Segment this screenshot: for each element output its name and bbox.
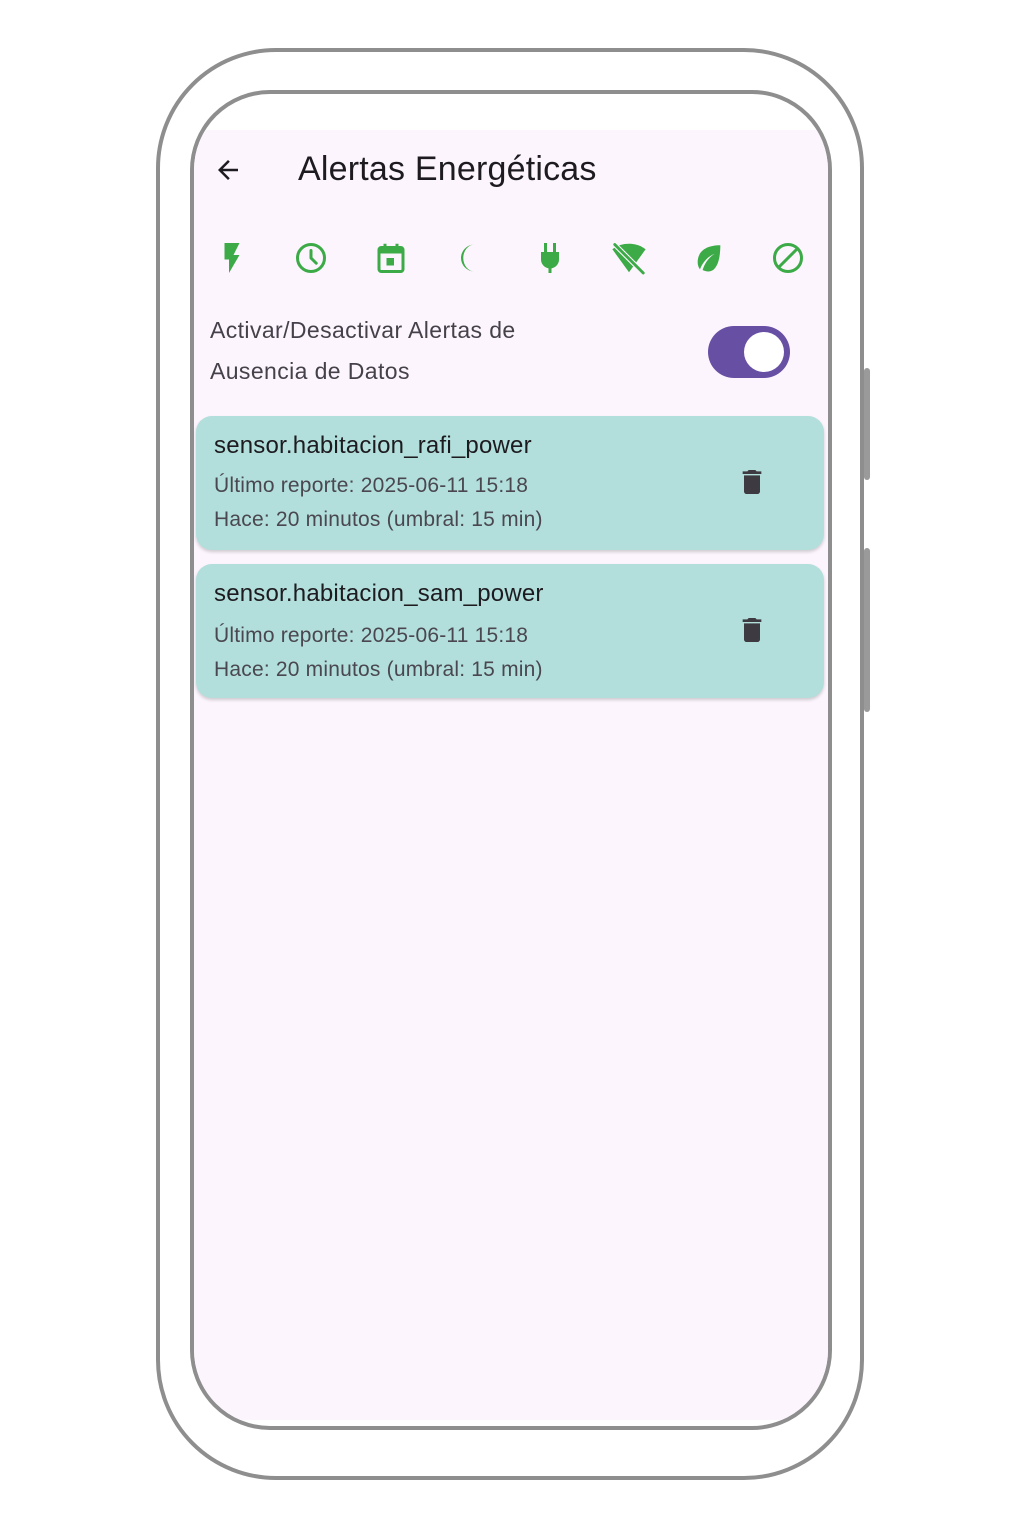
data-absence-toggle-row: Activar/Desactivar Alertas de Ausencia d… [210, 310, 794, 400]
page-title: Alertas Energéticas [298, 150, 597, 188]
plug-icon [540, 243, 559, 273]
data-absence-alerts-switch[interactable] [708, 326, 790, 378]
trash-icon [742, 470, 762, 494]
calendar-icon [377, 243, 405, 273]
app-bar: Alertas Energéticas [194, 130, 828, 210]
alert-elapsed: Hace: 20 minutos (umbral: 15 min) [214, 658, 543, 681]
alert-elapsed: Hace: 20 minutos (umbral: 15 min) [214, 508, 543, 531]
wifi-off-icon [612, 242, 646, 276]
volume-button [864, 368, 870, 480]
arrow-back-icon [218, 160, 238, 180]
back-button[interactable] [206, 148, 250, 192]
power-button [864, 548, 870, 712]
trash-icon [742, 618, 762, 642]
toggle-label: Activar/Desactivar Alertas de Ausencia d… [210, 317, 516, 384]
moon-icon [461, 244, 475, 272]
wifi-off-button[interactable] [607, 236, 651, 280]
delete-alert-button[interactable] [730, 460, 774, 504]
plug-button[interactable] [528, 236, 572, 280]
delete-alert-button[interactable] [730, 608, 774, 652]
alert-sensor-name: sensor.habitacion_rafi_power [214, 432, 532, 459]
filter-icon-bar [210, 234, 810, 282]
alert-last-report: Último reporte: 2025-06-11 15:18 [214, 624, 529, 647]
clock-icon [296, 243, 327, 273]
phone-screen-bezel: Alertas Energéticas Activar/Desactivar A… [190, 90, 832, 1430]
leaf-icon [697, 245, 720, 272]
night-button[interactable] [448, 236, 492, 280]
bolt-button[interactable] [210, 236, 254, 280]
app-screen: Alertas Energéticas Activar/Desactivar A… [194, 130, 828, 1420]
alert-last-report: Último reporte: 2025-06-11 15:18 [214, 474, 529, 497]
calendar-button[interactable] [369, 236, 413, 280]
switch-knob [744, 332, 784, 372]
eco-button[interactable] [687, 236, 731, 280]
block-icon [772, 243, 803, 273]
clock-button[interactable] [289, 236, 333, 280]
alert-card: sensor.habitacion_rafi_power Último repo… [196, 416, 824, 550]
block-button[interactable] [766, 236, 810, 280]
alert-card: sensor.habitacion_sam_power Último repor… [196, 564, 824, 698]
bolt-icon [224, 243, 240, 273]
alert-sensor-name: sensor.habitacion_sam_power [214, 580, 544, 607]
